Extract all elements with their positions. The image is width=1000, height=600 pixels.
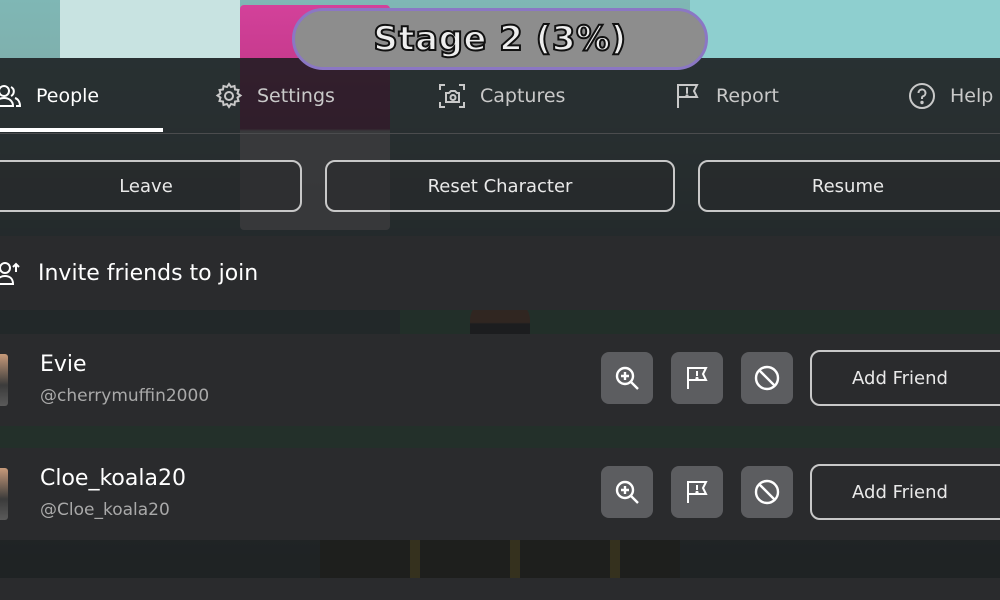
player-display-name: Evie xyxy=(40,352,87,377)
zoom-in-icon xyxy=(615,366,639,390)
backdrop-shelf xyxy=(690,0,1000,60)
zoom-in-icon xyxy=(615,480,639,504)
player-username: @Cloe_koala20 xyxy=(40,500,170,520)
leave-button[interactable]: Leave xyxy=(0,160,302,212)
block-icon xyxy=(754,365,780,391)
add-friend-button[interactable]: Add Friend xyxy=(810,464,1000,520)
invite-friends-row[interactable]: Invite friends to join xyxy=(0,236,1000,310)
player-row xyxy=(0,578,1000,600)
leave-button-label: Leave xyxy=(119,175,173,197)
camera-icon xyxy=(439,84,465,108)
player-username: @cherrymuffin2000 xyxy=(40,386,210,406)
resume-button-label: Resume xyxy=(811,175,885,197)
active-tab-indicator xyxy=(0,128,163,132)
flag-icon xyxy=(677,84,699,108)
tab-settings-label: Settings xyxy=(257,85,335,107)
player-row: Evie @cherrymuffin2000 Add Friend xyxy=(0,334,1000,426)
flag-icon xyxy=(687,481,708,503)
backdrop-wall xyxy=(60,0,240,58)
add-friend-label: Add Friend xyxy=(852,481,948,503)
resume-button[interactable]: Resume xyxy=(698,160,1000,212)
tab-report[interactable]: Report xyxy=(674,58,779,134)
player-display-name: Cloe_koala20 xyxy=(40,466,186,491)
tab-people-label: People xyxy=(36,85,100,107)
avatar xyxy=(0,468,8,520)
tab-people[interactable]: People xyxy=(0,58,99,134)
help-icon xyxy=(909,83,935,109)
tab-captures-label: Captures xyxy=(480,85,566,107)
people-icon xyxy=(0,85,22,107)
flag-icon xyxy=(687,367,708,389)
tab-help[interactable]: Help xyxy=(908,58,993,134)
tab-help-label: Help xyxy=(950,85,994,107)
add-friend-button[interactable]: Add Friend xyxy=(810,350,1000,406)
invite-friend-icon xyxy=(0,262,20,285)
reset-character-button-label: Reset Character xyxy=(427,175,573,197)
stage-progress-label: Stage 2 (3%) xyxy=(372,18,627,60)
reset-character-button[interactable]: Reset Character xyxy=(325,160,675,212)
tab-report-label: Report xyxy=(716,85,779,107)
stage-progress-badge: Stage 2 (3%) xyxy=(292,8,708,70)
block-player-button[interactable] xyxy=(741,466,793,518)
add-friend-label: Add Friend xyxy=(852,367,948,389)
gear-icon xyxy=(215,82,243,109)
report-player-button[interactable] xyxy=(671,466,723,518)
avatar xyxy=(0,354,8,406)
inspect-player-button[interactable] xyxy=(601,352,653,404)
player-row: Cloe_koala20 @Cloe_koala20 Add Friend xyxy=(0,448,1000,540)
invite-friends-label: Invite friends to join xyxy=(38,260,259,286)
block-icon xyxy=(754,479,780,505)
block-player-button[interactable] xyxy=(741,352,793,404)
report-player-button[interactable] xyxy=(671,352,723,404)
inspect-player-button[interactable] xyxy=(601,466,653,518)
